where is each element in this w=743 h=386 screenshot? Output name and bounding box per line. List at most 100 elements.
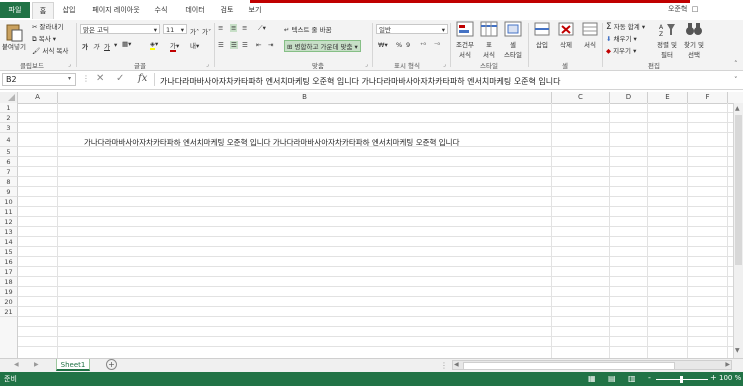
increase-indent-button[interactable]: ⇥ bbox=[268, 41, 273, 49]
sheet-tab-sheet1[interactable]: Sheet1 bbox=[56, 359, 90, 371]
fill-color-button[interactable]: ◈▾ bbox=[150, 40, 158, 50]
column-header-b[interactable]: B bbox=[58, 92, 552, 103]
select-all-button[interactable] bbox=[0, 92, 18, 103]
align-top-button[interactable]: ≡ bbox=[218, 24, 223, 32]
tab-splitter-icon[interactable]: ⋮ bbox=[440, 361, 448, 370]
row-header-18[interactable]: 18 bbox=[0, 277, 18, 287]
column-header-c[interactable]: C bbox=[552, 92, 610, 103]
column-header-e[interactable]: E bbox=[648, 92, 688, 103]
delete-cells-button[interactable]: 삭제 bbox=[556, 21, 576, 49]
phonetic-button[interactable]: 내▾ bbox=[190, 40, 199, 50]
percent-button[interactable]: % bbox=[396, 41, 402, 49]
collapse-ribbon-icon[interactable]: ˄ bbox=[734, 60, 738, 68]
add-sheet-button[interactable]: + bbox=[106, 359, 117, 370]
horizontal-scrollbar[interactable]: ◀ ▶ bbox=[452, 360, 732, 370]
align-left-button[interactable]: ☰ bbox=[218, 41, 224, 49]
orientation-button[interactable]: ⟋▾ bbox=[258, 24, 266, 33]
row-header-1[interactable]: 1 bbox=[0, 103, 18, 113]
row-header-7[interactable]: 7 bbox=[0, 167, 18, 177]
horizontal-scroll-thumb[interactable] bbox=[463, 362, 675, 370]
conditional-format-button[interactable]: 조건부 서식 bbox=[454, 21, 476, 59]
font-name-select[interactable]: 맑은 고딕 ▾ bbox=[80, 24, 160, 34]
column-header-f[interactable]: F bbox=[688, 92, 728, 103]
user-account[interactable]: 오준혁 □ bbox=[668, 4, 698, 14]
decrease-decimal-button[interactable]: ⁻⁰ bbox=[434, 41, 440, 49]
row-header-15[interactable]: 15 bbox=[0, 247, 18, 257]
tab-home[interactable]: 홈 bbox=[32, 2, 54, 19]
row-header-13[interactable]: 13 bbox=[0, 227, 18, 237]
tab-formulas[interactable]: 수식 bbox=[150, 2, 172, 18]
row-header-14[interactable]: 14 bbox=[0, 237, 18, 247]
wrap-text-button[interactable]: ↵ 텍스트 줄 바꿈 bbox=[284, 24, 332, 34]
row-header-6[interactable]: 6 bbox=[0, 157, 18, 167]
underline-dropdown-icon[interactable]: ▾ bbox=[114, 41, 117, 49]
fill-button[interactable]: ⬇ 채우기 ▾ bbox=[606, 33, 637, 43]
scroll-up-icon[interactable]: ▲ bbox=[735, 105, 740, 112]
row-header-10[interactable]: 10 bbox=[0, 197, 18, 207]
normal-view-icon[interactable]: ▦ bbox=[588, 374, 596, 383]
insert-cells-button[interactable]: 삽입 bbox=[532, 21, 552, 49]
row-header-2[interactable]: 2 bbox=[0, 113, 18, 123]
font-size-select[interactable]: 11 ▾ bbox=[163, 24, 187, 34]
row-header-4[interactable]: 4 bbox=[0, 133, 18, 147]
cell-b4[interactable]: 가나다라마바사아자차카타파하 엔서치마케팅 오준혁 입니다 가나다라마바사아자차… bbox=[84, 137, 460, 148]
cancel-icon[interactable]: ✕ bbox=[96, 73, 104, 84]
row-header-8[interactable]: 8 bbox=[0, 177, 18, 187]
row-header-21[interactable]: 21 bbox=[0, 307, 18, 317]
name-box-dropdown-icon[interactable]: ▾ bbox=[68, 75, 71, 82]
scroll-down-icon[interactable]: ▼ bbox=[735, 347, 740, 354]
merge-center-button[interactable]: ⊞ 병합하고 가운데 맞춤 ▾ bbox=[284, 40, 361, 52]
clipboard-launcher-icon[interactable]: ⌟ bbox=[68, 61, 71, 68]
comma-button[interactable]: 9 bbox=[406, 41, 410, 49]
copy-button[interactable]: ⧉ 복사 ▾ bbox=[32, 33, 56, 44]
number-launcher-icon[interactable]: ⌟ bbox=[443, 61, 446, 68]
expand-formula-bar-icon[interactable]: ˅ bbox=[734, 76, 738, 84]
number-format-select[interactable]: 일반 ▾ bbox=[376, 24, 448, 34]
autosum-button[interactable]: Σ 자동 합계 ▾ bbox=[606, 21, 645, 32]
increase-decimal-button[interactable]: ⁺⁰ bbox=[420, 41, 426, 49]
font-launcher-icon[interactable]: ⌟ bbox=[206, 61, 209, 68]
format-as-table-button[interactable]: 표 서식 bbox=[478, 21, 500, 59]
row-header-11[interactable]: 11 bbox=[0, 207, 18, 217]
row-header-5[interactable]: 5 bbox=[0, 147, 18, 157]
enter-icon[interactable]: ✓ bbox=[116, 73, 124, 84]
tab-file[interactable]: 파일 bbox=[0, 2, 30, 18]
clear-button[interactable]: ◆ 지우기 ▾ bbox=[606, 45, 636, 55]
cut-button[interactable]: ✂ 잘라내기 bbox=[32, 21, 63, 31]
tab-review[interactable]: 검토 bbox=[216, 2, 238, 18]
bold-button[interactable]: 가 bbox=[82, 41, 88, 51]
align-middle-button[interactable]: ≡ bbox=[230, 24, 238, 32]
scroll-right-icon[interactable]: ▶ bbox=[725, 361, 730, 368]
font-grow-button[interactable]: 가˄ bbox=[190, 26, 199, 36]
tab-data[interactable]: 데이터 bbox=[180, 2, 210, 18]
format-cells-button[interactable]: 서식 bbox=[580, 21, 600, 49]
align-center-button[interactable]: ☰ bbox=[230, 41, 238, 49]
page-layout-view-icon[interactable]: ▤ bbox=[608, 374, 616, 383]
zoom-level[interactable]: 100 % bbox=[719, 374, 741, 382]
row-header-16[interactable]: 16 bbox=[0, 257, 18, 267]
prev-sheet-icon[interactable]: ◀ bbox=[14, 361, 19, 368]
row-header-9[interactable]: 9 bbox=[0, 187, 18, 197]
row-header-3[interactable]: 3 bbox=[0, 123, 18, 133]
cell-styles-button[interactable]: 셀 스타일 bbox=[502, 21, 524, 59]
zoom-in-button[interactable]: + bbox=[710, 373, 717, 382]
scroll-left-icon[interactable]: ◀ bbox=[454, 361, 459, 368]
row-header-20[interactable]: 20 bbox=[0, 297, 18, 307]
sort-filter-button[interactable]: AZ 정렬 및 필터 bbox=[654, 21, 680, 59]
column-header-a[interactable]: A bbox=[18, 92, 58, 103]
row-header-12[interactable]: 12 bbox=[0, 217, 18, 227]
currency-button[interactable]: ₩▾ bbox=[378, 41, 388, 49]
zoom-slider-thumb[interactable] bbox=[680, 376, 683, 383]
next-sheet-icon[interactable]: ▶ bbox=[34, 361, 39, 368]
align-right-button[interactable]: ☰ bbox=[242, 41, 248, 49]
border-button[interactable]: ▦▾ bbox=[122, 40, 131, 48]
insert-function-button[interactable]: fx bbox=[138, 73, 147, 84]
tab-page-layout[interactable]: 페이지 레이아웃 bbox=[88, 2, 144, 18]
font-shrink-button[interactable]: 가˅ bbox=[202, 26, 211, 36]
decrease-indent-button[interactable]: ⇤ bbox=[256, 41, 261, 49]
zoom-out-button[interactable]: - bbox=[648, 373, 651, 382]
find-select-button[interactable]: 찾기 및 선택 bbox=[682, 21, 706, 59]
underline-button[interactable]: 가 bbox=[104, 41, 110, 51]
name-box[interactable]: B2 bbox=[2, 73, 76, 86]
alignment-launcher-icon[interactable]: ⌟ bbox=[365, 61, 368, 68]
